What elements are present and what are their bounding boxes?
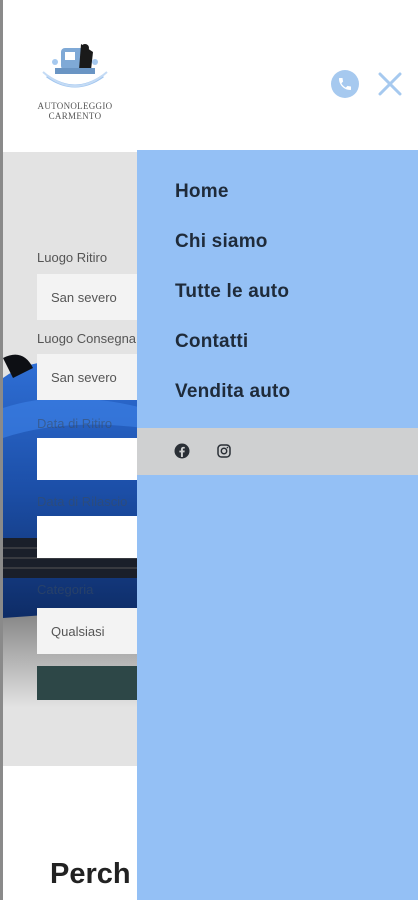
category-select[interactable]: Qualsiasi <box>37 608 147 654</box>
close-menu-button[interactable] <box>376 70 404 98</box>
phone-button[interactable] <box>331 70 359 98</box>
facebook-icon[interactable] <box>173 442 191 460</box>
pickup-location-select[interactable]: San severo <box>37 274 147 320</box>
menu-item-contatti[interactable]: Contatti <box>175 329 290 379</box>
site-logo[interactable]: AUTONOLEGGIO CARMENTO <box>25 40 125 121</box>
menu-list: Home Chi siamo Tutte le auto Contatti Ve… <box>175 179 290 429</box>
phone-icon <box>339 78 351 90</box>
instagram-icon[interactable] <box>215 442 233 460</box>
pickup-date-label: Data di Ritiro <box>37 416 113 431</box>
section-heading: Perch <box>50 858 131 890</box>
dropoff-location-label: Luogo Consegna <box>37 331 137 346</box>
close-icon <box>378 72 402 96</box>
dropoff-location-select[interactable]: San severo <box>37 354 147 400</box>
category-label: Categoria <box>37 582 94 597</box>
logo-text: AUTONOLEGGIO CARMENTO <box>37 101 113 121</box>
menu-item-home[interactable]: Home <box>175 179 290 229</box>
logo-icon <box>42 44 108 88</box>
menu-item-vendita-auto[interactable]: Vendita auto <box>175 379 290 429</box>
pickup-location-label: Luogo Ritiro <box>37 250 108 265</box>
social-links-bar <box>137 428 418 475</box>
search-button[interactable] <box>37 666 147 700</box>
return-date-input[interactable] <box>37 516 147 558</box>
mobile-menu-panel: Home Chi siamo Tutte le auto Contatti Ve… <box>137 150 418 900</box>
return-date-label: Data di Rilascio <box>37 494 128 509</box>
menu-item-chi-siamo[interactable]: Chi siamo <box>175 229 290 279</box>
site-header: AUTONOLEGGIO CARMENTO <box>3 0 418 152</box>
menu-item-tutte-le-auto[interactable]: Tutte le auto <box>175 279 290 329</box>
pickup-date-input[interactable] <box>37 438 147 480</box>
